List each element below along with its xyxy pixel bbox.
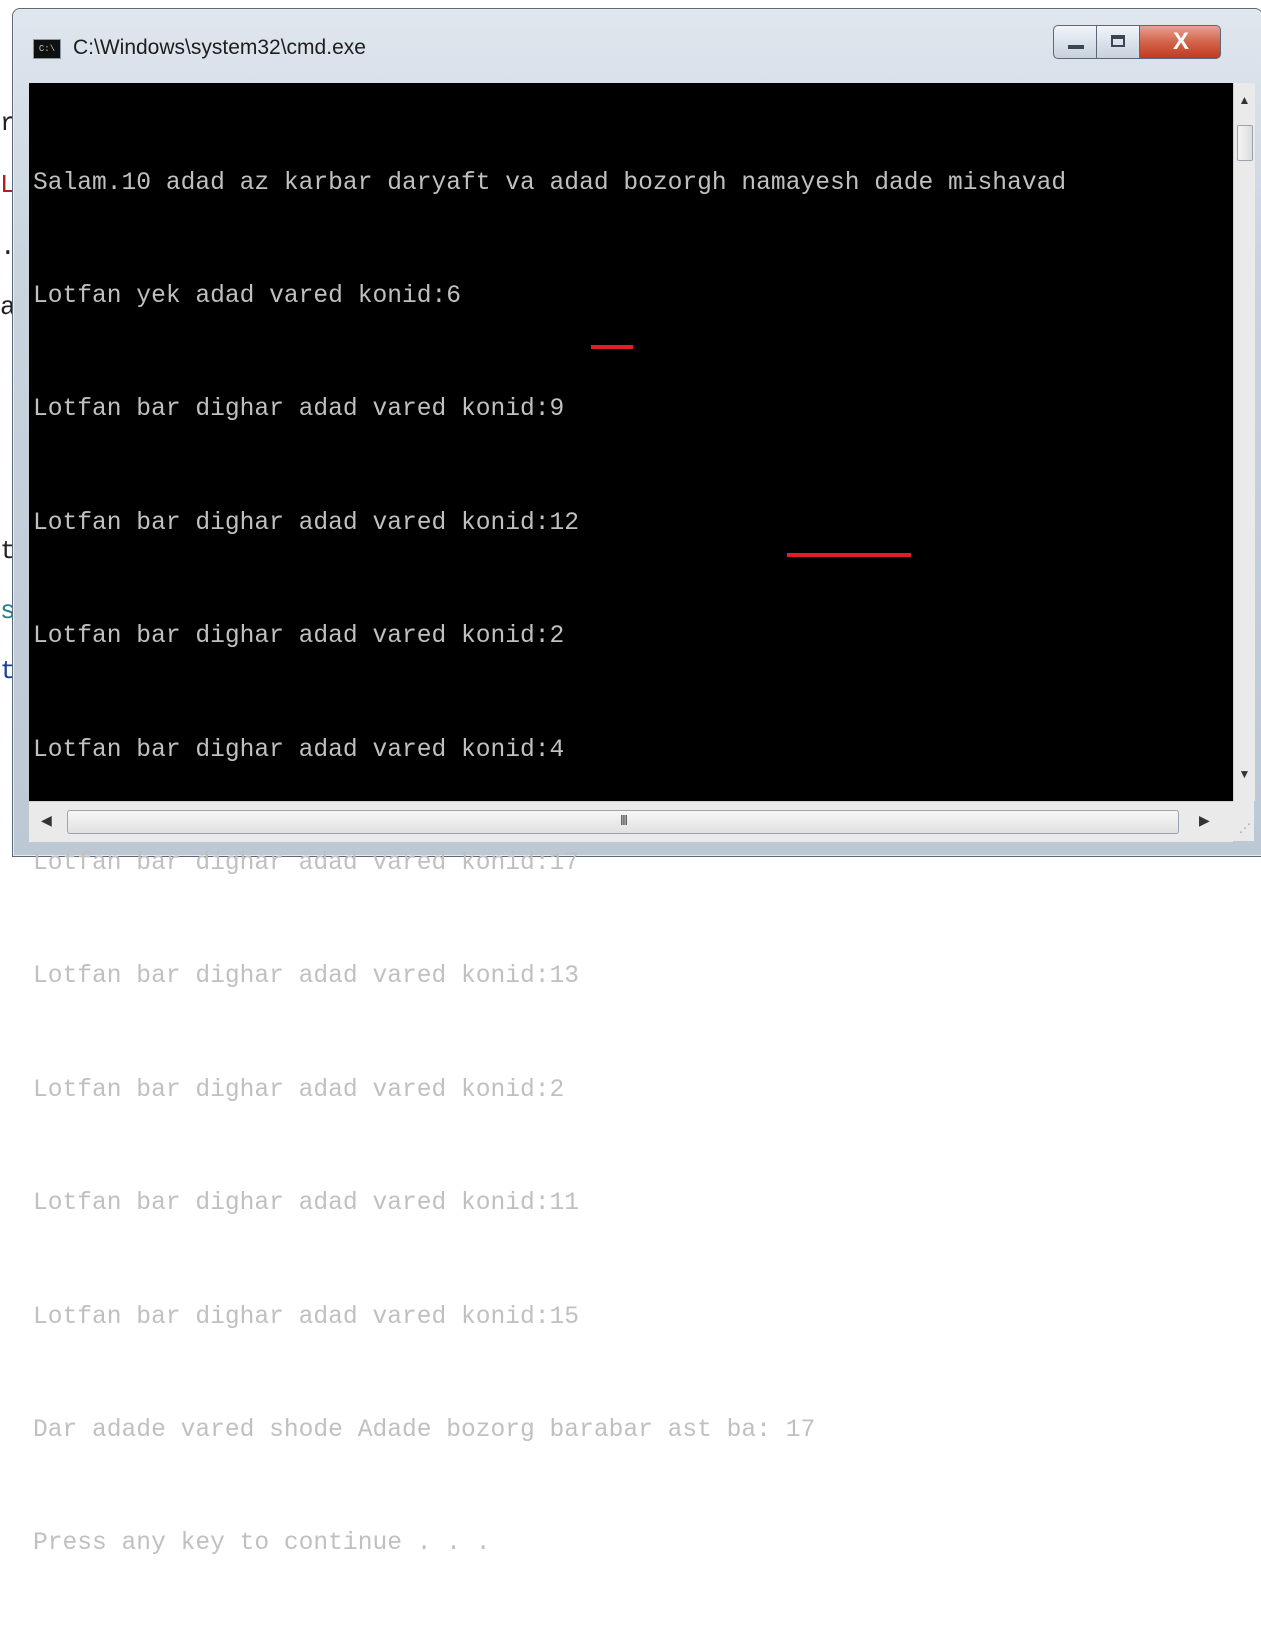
- resize-grip-icon[interactable]: ⋰: [1233, 801, 1254, 841]
- vertical-scroll-thumb[interactable]: [1237, 125, 1253, 161]
- console-line: Lotfan yek adad vared konid:6: [33, 282, 462, 310]
- maximize-icon: [1111, 35, 1125, 47]
- console-line: Lotfan bar dighar adad vared konid:13: [33, 963, 580, 991]
- scroll-up-arrow-icon[interactable]: ▲: [1234, 93, 1255, 107]
- red-underline-annotation: [787, 553, 911, 557]
- console-line: Lotfan bar dighar adad vared konid:4: [33, 736, 565, 764]
- minimize-button[interactable]: [1053, 25, 1097, 59]
- console-output-area[interactable]: Salam.10 adad az karbar daryaft va adad …: [29, 83, 1255, 1557]
- vertical-scrollbar[interactable]: ▲ ▼: [1233, 83, 1255, 801]
- window-title: C:\Windows\system32\cmd.exe: [73, 36, 366, 59]
- cmd-window: C:\ C:\Windows\system32\cmd.exe X Salam.…: [12, 8, 1261, 1557]
- console-line: Lotfan bar dighar adad vared konid:9: [33, 396, 565, 424]
- scroll-grip-icon: III: [619, 812, 629, 829]
- scroll-right-arrow-icon[interactable]: ▶: [1199, 812, 1210, 829]
- scroll-down-arrow-icon[interactable]: ▼: [1234, 767, 1255, 781]
- console-line: Lotfan bar dighar adad vared konid:12: [33, 509, 580, 537]
- close-icon: X: [1172, 28, 1189, 55]
- red-underline-annotation: [591, 345, 633, 349]
- horizontal-scroll-thumb[interactable]: III: [67, 810, 1179, 834]
- console-line: Lotfan bar dighar adad vared konid:2: [33, 1076, 565, 1104]
- maximize-button[interactable]: [1096, 25, 1140, 59]
- horizontal-scrollbar[interactable]: ◀ III ▶: [29, 801, 1233, 842]
- console-line: Lotfan bar dighar adad vared konid:2: [33, 623, 565, 651]
- console-line: Lotfan bar dighar adad vared konid:11: [33, 1190, 580, 1218]
- console-line: Lotfan bar dighar adad vared konid:15: [33, 1303, 580, 1331]
- title-bar[interactable]: C:\ C:\Windows\system32\cmd.exe X: [13, 9, 1261, 75]
- console-line: Salam.10 adad az karbar daryaft va adad …: [33, 169, 1067, 197]
- close-button[interactable]: X: [1139, 25, 1221, 59]
- scroll-left-arrow-icon[interactable]: ◀: [41, 812, 52, 829]
- console-line: Dar adade vared shode Adade bozorg barab…: [33, 1416, 816, 1444]
- console-line: Lotfan bar dighar adad vared konid:17: [33, 849, 580, 877]
- console-app-icon[interactable]: C:\: [33, 39, 61, 59]
- console-line: Press any key to continue . . .: [33, 1530, 491, 1558]
- minimize-icon: [1068, 45, 1084, 49]
- console-text: Salam.10 adad az karbar daryaft va adad …: [33, 89, 1213, 1639]
